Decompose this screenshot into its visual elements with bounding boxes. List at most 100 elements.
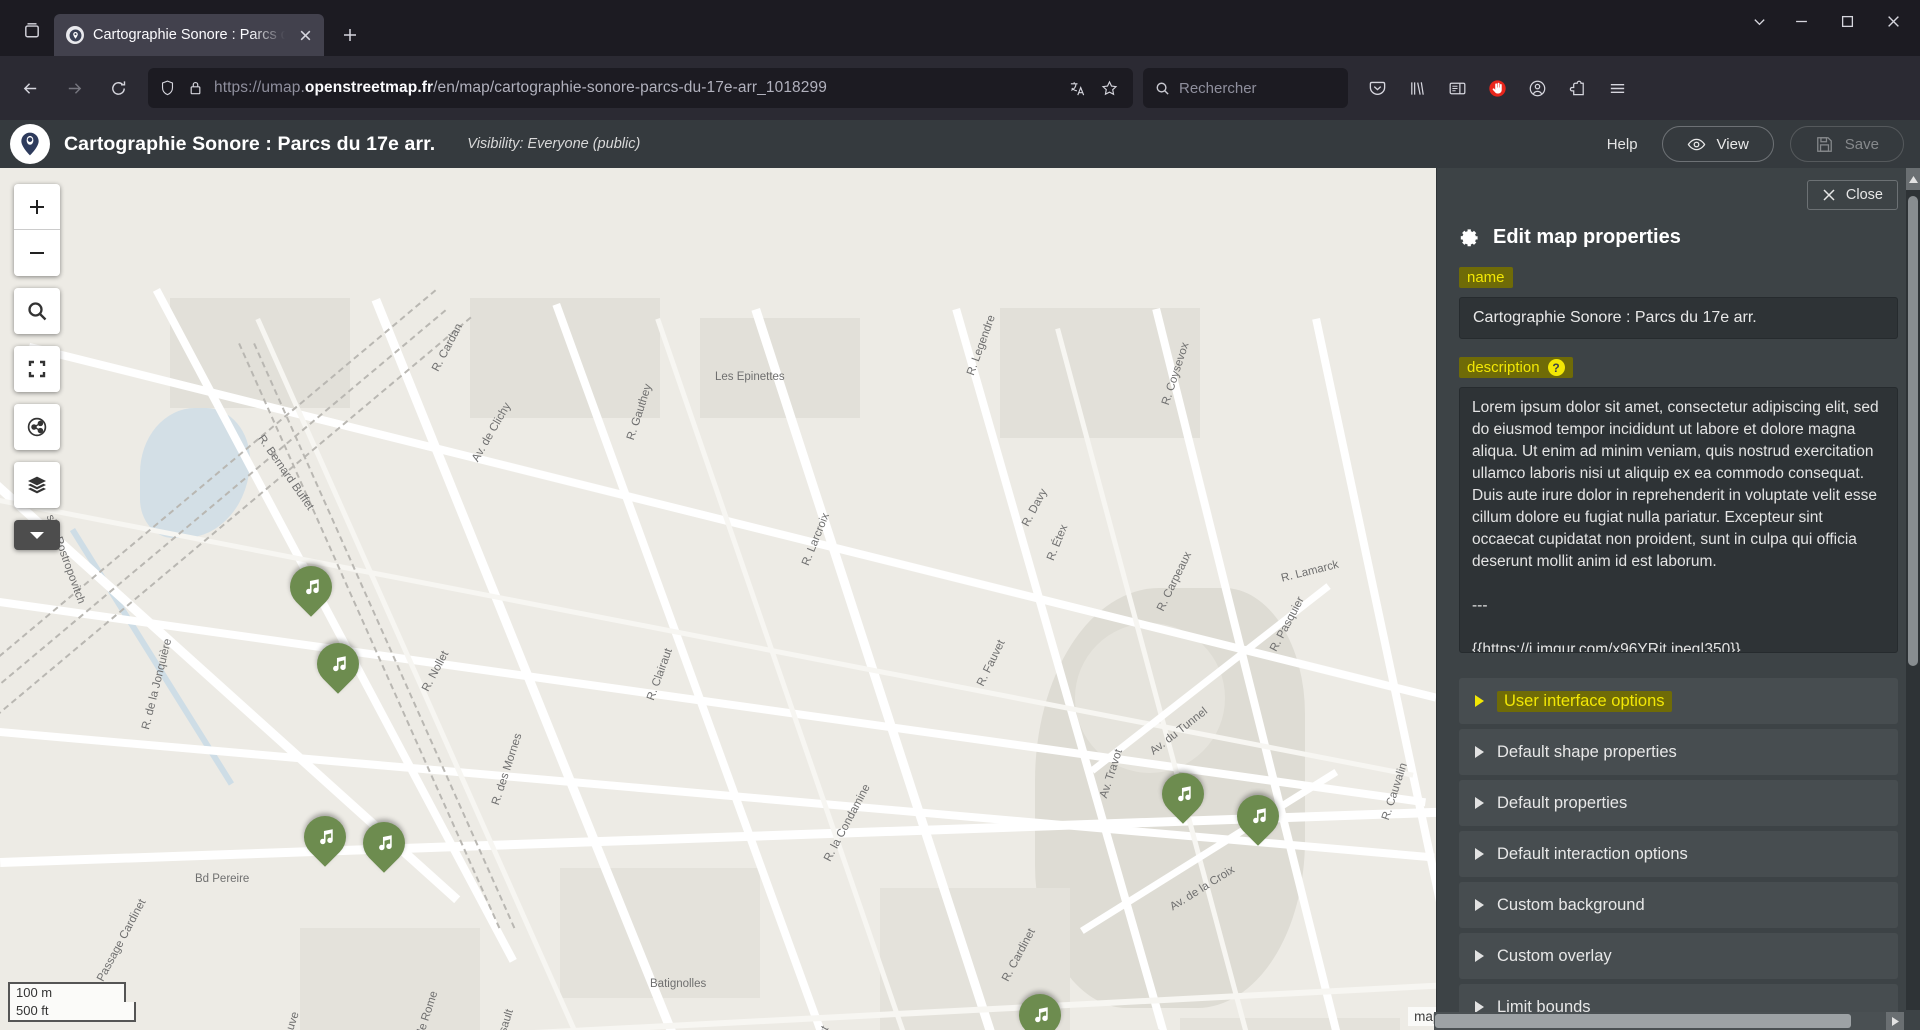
- library-icon[interactable]: [1398, 69, 1436, 107]
- map-scale-control: 100 m 500 ft: [8, 982, 136, 1022]
- help-button[interactable]: Help: [1599, 132, 1646, 157]
- panel-section-custom-overlay[interactable]: Custom overlay: [1459, 933, 1898, 979]
- sound-marker[interactable]: [308, 634, 368, 695]
- forward-arrow-icon[interactable]: [54, 68, 94, 108]
- account-icon[interactable]: [1518, 69, 1556, 107]
- floppy-disk-icon: [1816, 136, 1832, 152]
- marker-pin: [1228, 786, 1288, 846]
- help-icon[interactable]: ?: [1547, 359, 1565, 376]
- star-icon[interactable]: [1095, 74, 1123, 102]
- zoom-in-button[interactable]: [14, 184, 60, 230]
- ublock-origin-icon[interactable]: [1478, 69, 1516, 107]
- music-note-icon: [1034, 1007, 1047, 1023]
- panel-body: Close Edit map properties name Cartograp…: [1437, 168, 1920, 1030]
- name-label: name: [1459, 267, 1513, 288]
- close-icon: [1823, 189, 1835, 201]
- sound-marker[interactable]: [1010, 985, 1070, 1030]
- chevron-right-icon: [1475, 950, 1484, 962]
- map-visibility-status: Visibility: Everyone (public): [467, 136, 641, 152]
- extensions-icon[interactable]: [1558, 69, 1596, 107]
- section-label: Default shape properties: [1497, 742, 1677, 761]
- description-label: description ?: [1459, 357, 1573, 378]
- window-close-icon[interactable]: [1870, 4, 1916, 38]
- panel-section-default-shape-properties[interactable]: Default shape properties: [1459, 729, 1898, 775]
- maximize-icon[interactable]: [1824, 4, 1870, 38]
- scroll-right-arrow-icon[interactable]: [1886, 1012, 1904, 1030]
- close-panel-button[interactable]: Close: [1806, 180, 1898, 210]
- pocket-icon[interactable]: [1358, 69, 1396, 107]
- new-tab-button[interactable]: [332, 17, 368, 53]
- layers-control: [14, 462, 60, 508]
- shield-icon[interactable]: [158, 79, 176, 97]
- page-title: Cartographie Sonore : Parcs du 17e arr.: [64, 132, 436, 155]
- layers-icon[interactable]: [14, 462, 60, 508]
- panel-section-custom-background[interactable]: Custom background: [1459, 882, 1898, 928]
- panel-section-default-properties[interactable]: Default properties: [1459, 780, 1898, 826]
- map-left-toolbar: [14, 184, 60, 550]
- hscrollbar-thumb[interactable]: [1435, 1014, 1851, 1028]
- sound-marker[interactable]: [354, 813, 414, 874]
- url-text: https://umap.openstreetmap.fr/en/map/car…: [214, 79, 827, 96]
- minimize-icon[interactable]: [1778, 4, 1824, 38]
- umap-application: Cartographie Sonore : Parcs du 17e arr. …: [0, 120, 1920, 1030]
- tab-list-icon[interactable]: [10, 8, 54, 52]
- map-name-input[interactable]: [1459, 297, 1898, 339]
- share-icon[interactable]: [14, 404, 60, 450]
- section-label: Custom background: [1497, 895, 1645, 914]
- sidebar-icon[interactable]: [1438, 69, 1476, 107]
- panel-vertical-scrollbar[interactable]: [1906, 168, 1920, 1010]
- padlock-icon[interactable]: [186, 79, 204, 97]
- chevron-right-icon: [1475, 848, 1484, 860]
- section-label: Default properties: [1497, 793, 1628, 812]
- panel-section-default-interaction-options[interactable]: Default interaction options: [1459, 831, 1898, 877]
- map-search-control: [14, 288, 60, 334]
- map-street-label: Batignolles: [650, 978, 707, 990]
- marker-pin: [295, 807, 355, 867]
- panel-sections: User interface options Default shape prop…: [1437, 678, 1920, 1030]
- sound-marker[interactable]: [281, 557, 341, 618]
- sound-marker[interactable]: [1228, 786, 1288, 847]
- save-button[interactable]: Save: [1789, 126, 1904, 162]
- scroll-up-arrow-icon[interactable]: [1906, 168, 1920, 190]
- gear-icon: [1460, 229, 1478, 247]
- reload-icon[interactable]: [98, 68, 138, 108]
- panel-horizontal-scrollbar[interactable]: [1434, 1012, 1904, 1030]
- browser-tab[interactable]: Cartographie Sonore : Parcs du: [54, 14, 324, 56]
- marker-pin: [308, 634, 368, 694]
- collapse-toolbar-button[interactable]: [14, 520, 60, 550]
- map-description-textarea[interactable]: Lorem ipsum dolor sit amet, consectetur …: [1459, 387, 1898, 653]
- marker-pin: [354, 813, 414, 873]
- browser-toolbar-icons: [1358, 69, 1636, 107]
- edit-map-properties-panel: Close Edit map properties name Cartograp…: [1436, 168, 1920, 1030]
- save-label: Save: [1844, 135, 1879, 153]
- view-button[interactable]: View: [1661, 126, 1774, 162]
- music-note-icon: [378, 835, 392, 851]
- translate-icon[interactable]: [1063, 74, 1091, 102]
- zoom-out-button[interactable]: [14, 230, 60, 276]
- section-label: Default interaction options: [1497, 844, 1688, 863]
- description-field-group: description ? Lorem ipsum dolor sit amet…: [1437, 357, 1920, 658]
- music-note-icon: [1177, 786, 1190, 802]
- umap-pin-icon: [66, 26, 84, 44]
- panel-section-user-interface-options[interactable]: User interface options: [1459, 678, 1898, 724]
- map-street-label: Les Epinettes: [715, 371, 785, 383]
- sound-marker[interactable]: [1153, 764, 1213, 825]
- window-controls: [1740, 4, 1916, 38]
- search-input[interactable]: Rechercher: [1143, 68, 1348, 108]
- chevron-right-icon: [1475, 899, 1484, 911]
- close-icon[interactable]: [294, 24, 316, 46]
- fullscreen-icon[interactable]: [14, 346, 60, 392]
- search-icon[interactable]: [14, 288, 60, 334]
- sound-marker[interactable]: [295, 807, 355, 868]
- back-arrow-icon[interactable]: [10, 68, 50, 108]
- fullscreen-control: [14, 346, 60, 392]
- umap-logo-icon[interactable]: [10, 124, 50, 164]
- umap-header: Cartographie Sonore : Parcs du 17e arr. …: [0, 120, 1920, 168]
- chevron-down-icon[interactable]: [1740, 4, 1778, 38]
- chevron-right-icon: [1475, 797, 1484, 809]
- eye-icon: [1687, 138, 1705, 150]
- url-bar[interactable]: https://umap.openstreetmap.fr/en/map/car…: [148, 68, 1133, 108]
- share-control: [14, 404, 60, 450]
- hamburger-menu-icon[interactable]: [1598, 69, 1636, 107]
- scrollbar-thumb[interactable]: [1908, 196, 1918, 666]
